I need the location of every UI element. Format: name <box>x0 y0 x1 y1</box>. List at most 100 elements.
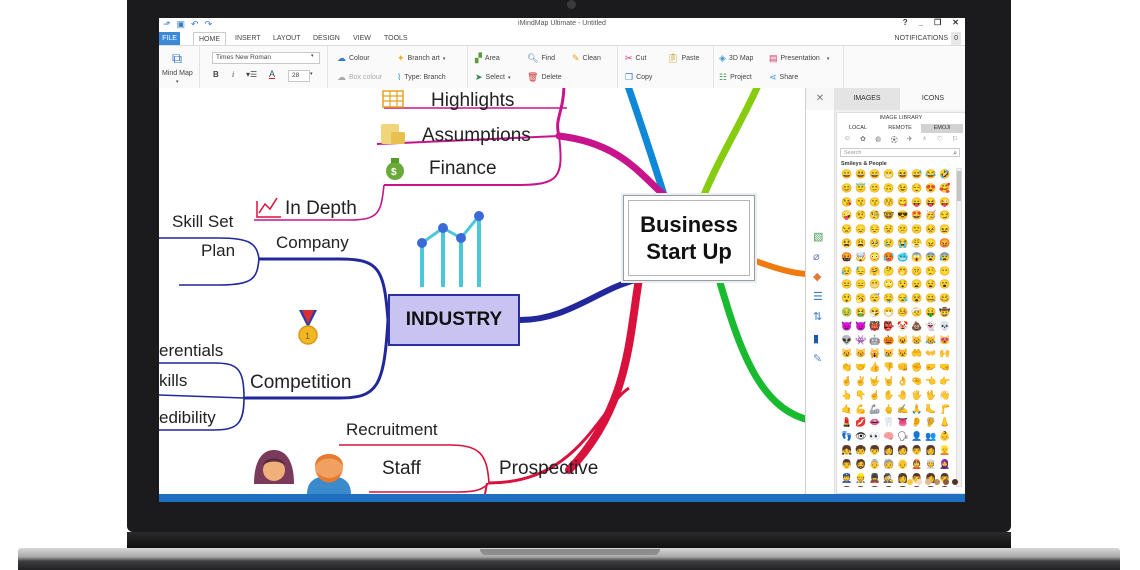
emoji-item[interactable]: 🤨 <box>854 209 868 223</box>
subtab-local[interactable]: LOCAL <box>837 124 879 133</box>
presentation-button[interactable]: ▤ Presentation ▾ <box>769 53 829 64</box>
emoji-item[interactable]: 😋 <box>896 196 910 210</box>
notifications[interactable]: NOTIFICATIONS 0 <box>895 32 961 45</box>
emoji-item[interactable]: 😰 <box>938 251 952 265</box>
emoji-item[interactable]: 😊 <box>840 182 854 196</box>
node-competition[interactable]: Competition <box>250 372 351 394</box>
emoji-item[interactable]: 😓 <box>854 265 868 279</box>
font-name-dropdown-icon[interactable]: ▾ <box>311 53 314 59</box>
emoji-item[interactable]: 🦾 <box>868 403 882 417</box>
emoji-item[interactable]: 😟 <box>882 223 896 237</box>
emoji-item[interactable]: 🕵 <box>882 472 896 486</box>
emoji-item[interactable]: 🥶 <box>896 251 910 265</box>
paperclip-icon[interactable]: ⌀ <box>813 250 820 263</box>
emoji-item[interactable]: 😝 <box>924 196 938 210</box>
emoji-item[interactable]: 😱 <box>910 251 924 265</box>
emoji-item[interactable]: 🤫 <box>910 265 924 279</box>
sort-icon[interactable]: ⇅ <box>813 310 822 323</box>
emoji-item[interactable]: 😺 <box>896 334 910 348</box>
skin-tone-swatch[interactable] <box>934 479 940 485</box>
node-staff[interactable]: Staff <box>382 458 421 480</box>
emoji-item[interactable]: 👵 <box>868 458 882 472</box>
cut-button[interactable]: ✂ Cut <box>625 53 646 64</box>
node-plan[interactable]: Plan <box>201 241 235 261</box>
emoji-item[interactable]: 🤬 <box>840 251 854 265</box>
emoji-item[interactable]: 👎 <box>882 361 896 375</box>
node-assumptions[interactable]: Assumptions <box>422 125 531 147</box>
emoji-item[interactable]: 🧔 <box>854 458 868 472</box>
emoji-item[interactable]: ✍ <box>896 403 910 417</box>
node-finance[interactable]: Finance <box>429 158 497 180</box>
minimize-button[interactable]: _ <box>919 18 923 27</box>
emoji-item[interactable]: 🥵 <box>882 251 896 265</box>
emoji-item[interactable]: 😪 <box>896 292 910 306</box>
align-icon[interactable]: ▾☰ <box>246 70 257 79</box>
emoji-item[interactable]: 👨 <box>910 485 924 487</box>
emoji-item[interactable]: 😁 <box>882 168 896 182</box>
node-prospective[interactable]: Prospective <box>499 458 598 480</box>
font-size-dropdown-icon[interactable]: ▾ <box>310 71 313 77</box>
skin-tone-swatch[interactable] <box>925 479 931 485</box>
image-icon[interactable]: ▧ <box>813 230 823 243</box>
tab-design[interactable]: DESIGN <box>308 32 345 45</box>
emoji-item[interactable]: 🦻 <box>924 416 938 430</box>
emoji-item[interactable]: 😻 <box>938 334 952 348</box>
emoji-item[interactable]: 🤠 <box>938 306 952 320</box>
tab-images[interactable]: IMAGES <box>834 88 900 110</box>
emoji-item[interactable]: 👃 <box>938 416 952 430</box>
emoji-item[interactable]: 👻 <box>924 320 938 334</box>
emoji-item[interactable]: 🤜 <box>938 361 952 375</box>
bold-button[interactable]: B <box>213 70 219 79</box>
emoji-item[interactable]: 😆 <box>896 168 910 182</box>
emoji-item[interactable]: 👁 <box>854 430 868 444</box>
emoji-item[interactable]: 👱 <box>938 444 952 458</box>
emoji-item[interactable]: 😫 <box>840 237 854 251</box>
emoji-item[interactable]: 😥 <box>840 265 854 279</box>
emoji-item[interactable]: 😽 <box>854 347 868 361</box>
emoji-item[interactable]: 😲 <box>840 292 854 306</box>
emoji-item[interactable]: 👇 <box>854 389 868 403</box>
node-differentials[interactable]: erentials <box>159 341 223 361</box>
mind-map-label[interactable]: Mind Map <box>162 70 193 77</box>
emoji-item[interactable]: 🤤 <box>882 292 896 306</box>
emoji-item[interactable]: 😇 <box>854 182 868 196</box>
emoji-item[interactable]: 😵 <box>910 292 924 306</box>
brush-icon[interactable]: ✎ <box>813 352 822 365</box>
emoji-item[interactable]: 😅 <box>910 168 924 182</box>
emoji-item[interactable]: 🥳 <box>924 209 938 223</box>
objects-category-icon[interactable]: ♁ <box>922 135 927 145</box>
emoji-item[interactable]: 😴 <box>868 292 882 306</box>
emoji-item[interactable]: 👩 <box>882 444 896 458</box>
emoji-item[interactable]: 😚 <box>882 196 896 210</box>
emoji-item[interactable]: 💪 <box>854 403 868 417</box>
emoji-item[interactable]: 👣 <box>840 430 854 444</box>
emoji-item[interactable]: 🧐 <box>868 209 882 223</box>
node-credibility[interactable]: edibility <box>159 408 216 428</box>
emoji-item[interactable]: ☝ <box>868 389 882 403</box>
tab-tools[interactable]: TOOLS <box>379 32 413 45</box>
emoji-item[interactable]: 👄 <box>868 416 882 430</box>
node-skills[interactable]: kills <box>159 371 187 391</box>
emoji-item[interactable]: 🙏 <box>910 403 924 417</box>
emoji-item[interactable]: 🤚 <box>896 389 910 403</box>
emoji-scroll-thumb[interactable] <box>957 171 961 201</box>
emoji-item[interactable]: 🦷 <box>882 416 896 430</box>
emoji-item[interactable]: 🧠 <box>882 430 896 444</box>
emoji-item[interactable]: 💩 <box>910 320 924 334</box>
emoji-item[interactable]: 🧕 <box>938 458 952 472</box>
emoji-item[interactable]: 👂 <box>910 416 924 430</box>
emoji-item[interactable]: 😂 <box>924 168 938 182</box>
flags-category-icon[interactable]: ⚐ <box>952 135 958 145</box>
tab-insert[interactable]: INSERT <box>230 32 266 45</box>
mind-map-canvas[interactable]: 1 $ Highlights Assumptions Finance In De… <box>159 88 805 494</box>
emoji-item[interactable]: ✊ <box>910 361 924 375</box>
emoji-item[interactable]: 👹 <box>868 320 882 334</box>
emoji-item[interactable]: 😼 <box>840 347 854 361</box>
close-button[interactable]: ✕ <box>952 18 959 27</box>
node-industry[interactable]: INDUSTRY <box>388 294 520 346</box>
node-skill-set[interactable]: Skill Set <box>172 212 233 232</box>
emoji-item[interactable]: 👳 <box>924 458 938 472</box>
emoji-item[interactable]: 😒 <box>840 223 854 237</box>
emoji-item[interactable]: 🙀 <box>868 347 882 361</box>
emoji-item[interactable]: 👥 <box>924 430 938 444</box>
